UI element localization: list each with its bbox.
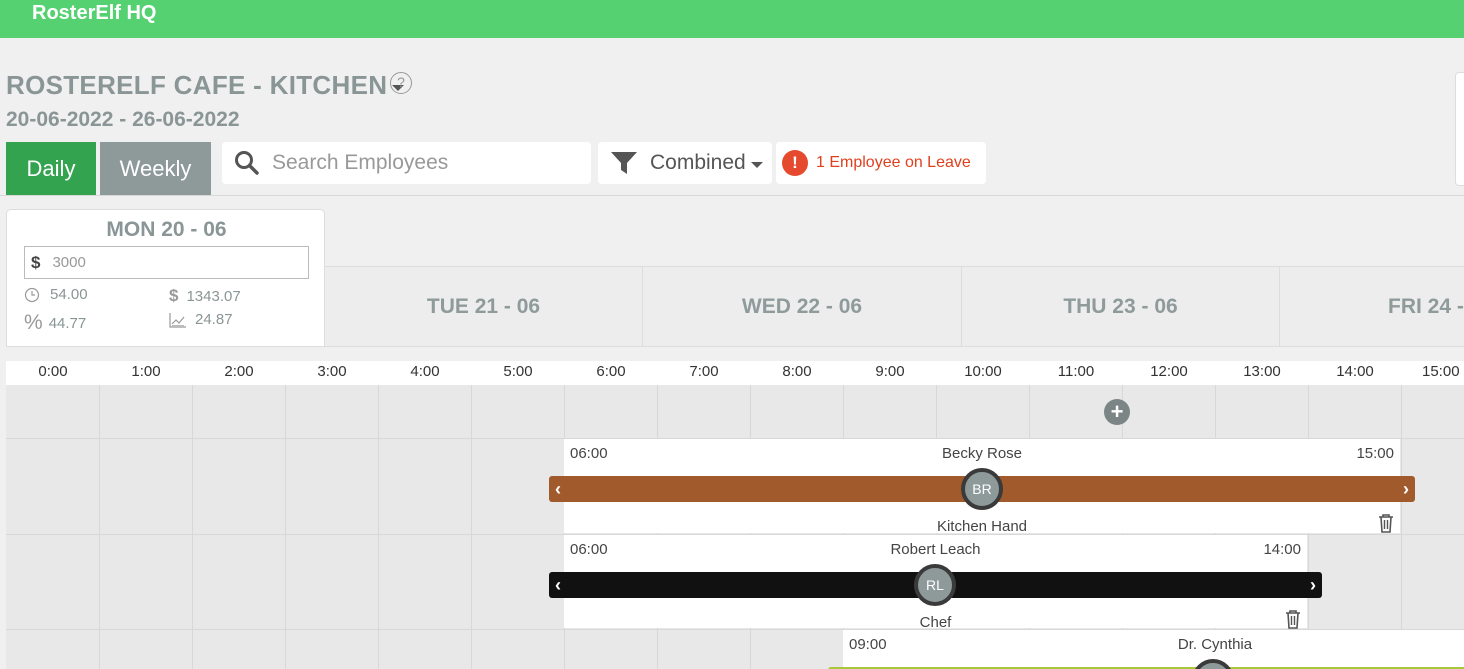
- grid-line: [378, 385, 379, 669]
- chevron-left-icon[interactable]: ‹: [555, 476, 561, 502]
- day-strip: TUE 21 - 06 WED 22 - 06 THU 23 - 06 FRI …: [325, 266, 1464, 347]
- hour-tick: 12:00: [1150, 363, 1188, 380]
- hour-tick: 4:00: [410, 363, 440, 380]
- hour-tick: 2:00: [224, 363, 254, 380]
- avatar: RL: [914, 564, 956, 606]
- shift-bar[interactable]: ‹ RL ›: [549, 564, 1322, 606]
- location-title[interactable]: ROSTERELF CAFE - KITCHEN: [6, 70, 387, 101]
- top-bar: RosterElf HQ: [0, 0, 1464, 38]
- ratio-stat: 24.87: [169, 311, 233, 328]
- percent-stat: % 44.77: [24, 311, 86, 335]
- chart-icon: [169, 312, 186, 328]
- dollar-icon: $: [169, 286, 179, 305]
- hour-tick: 6:00: [596, 363, 626, 380]
- ratio-value: 24.87: [195, 311, 233, 328]
- cost-stat: $ 1343.07: [169, 286, 241, 306]
- hour-tick: 15:00: [1422, 363, 1460, 380]
- shift-card[interactable]: 09:00 Dr. Cynthia: [828, 630, 1464, 669]
- search-input[interactable]: [272, 151, 572, 175]
- grid-line: [471, 385, 472, 669]
- clock-icon: [24, 287, 40, 302]
- leave-label: 1 Employee on Leave: [816, 154, 971, 171]
- avatar: [1192, 659, 1234, 669]
- filter-dropdown[interactable]: Combined: [598, 142, 772, 184]
- chevron-down-icon: [750, 162, 763, 168]
- time-axis: 0:00 1:00 2:00 3:00 4:00 5:00 6:00 7:00 …: [6, 361, 1464, 385]
- hour-tick: 0:00: [38, 363, 68, 380]
- daily-view-button[interactable]: Daily: [6, 142, 96, 195]
- cost-value: 1343.07: [186, 287, 241, 305]
- search-box[interactable]: [222, 142, 591, 184]
- hour-tick: 10:00: [964, 363, 1002, 380]
- filter-icon: [611, 152, 637, 174]
- chevron-right-icon[interactable]: ›: [1403, 476, 1409, 502]
- avatar: BR: [961, 468, 1003, 510]
- hour-tick: 1:00: [131, 363, 161, 380]
- hours-stat: 54.00: [24, 286, 88, 303]
- shift-bar[interactable]: ‹ BR ›: [549, 468, 1415, 510]
- shift-role: Kitchen Hand: [936, 518, 1028, 535]
- percent-icon: %: [24, 311, 43, 334]
- chevron-left-icon[interactable]: ‹: [555, 572, 561, 598]
- budget-input[interactable]: 3000: [52, 254, 85, 271]
- trash-icon[interactable]: [1378, 513, 1394, 533]
- shift-end: 14:00: [1263, 541, 1301, 558]
- hour-tick: 14:00: [1336, 363, 1374, 380]
- hours-value: 54.00: [50, 286, 88, 303]
- employee-name: Becky Rose: [941, 445, 1023, 462]
- filter-label: Combined: [650, 151, 746, 174]
- grid-line: [285, 385, 286, 669]
- percent-value: 44.77: [48, 314, 87, 332]
- hour-tick: 8:00: [782, 363, 812, 380]
- hour-tick: 11:00: [1057, 363, 1095, 380]
- hour-tick: 9:00: [875, 363, 905, 380]
- shift-end: 15:00: [1356, 445, 1394, 462]
- trash-icon[interactable]: [1285, 609, 1301, 629]
- day-title: MON 20 - 06: [106, 218, 227, 241]
- app-title[interactable]: RosterElf HQ: [32, 1, 156, 25]
- hour-tick: 3:00: [317, 363, 347, 380]
- selected-day-card[interactable]: MON 20 - 06 $ 3000 54.00 $ 1343.07 % 44.…: [6, 209, 325, 347]
- hour-tick: 13:00: [1243, 363, 1281, 380]
- day-header[interactable]: THU 23 - 06: [962, 267, 1280, 346]
- weekly-view-button[interactable]: Weekly: [100, 142, 211, 195]
- day-header[interactable]: FRI 24 -: [1280, 267, 1464, 346]
- grid-line: [192, 385, 193, 669]
- location-selector[interactable]: ROSTERELF CAFE - KITCHEN: [6, 70, 405, 101]
- side-panel-edge: [1455, 72, 1464, 186]
- date-range: 20-06-2022 - 26-06-2022: [6, 108, 240, 131]
- help-icon[interactable]: ?: [390, 72, 412, 94]
- grid-line: [99, 385, 100, 669]
- hour-tick: 7:00: [689, 363, 719, 380]
- hour-tick: 5:00: [503, 363, 533, 380]
- dollar-icon: $: [31, 252, 41, 272]
- employee-name: Robert Leach: [890, 541, 981, 558]
- alert-icon: !: [782, 150, 808, 176]
- shift-role: Chef: [919, 614, 952, 631]
- budget-field[interactable]: $ 3000: [24, 246, 309, 279]
- search-icon: [235, 151, 259, 175]
- divider: [0, 195, 1464, 196]
- shift-card[interactable]: 06:00 Becky Rose 15:00 ‹ BR › Kitchen Ha…: [549, 439, 1415, 535]
- grid-line: [1401, 385, 1402, 669]
- employee-name: Dr. Cynthia: [1177, 636, 1253, 653]
- day-header[interactable]: WED 22 - 06: [643, 267, 962, 346]
- chevron-right-icon[interactable]: ›: [1310, 572, 1316, 598]
- employee-leave-notice[interactable]: ! 1 Employee on Leave: [776, 142, 986, 184]
- shift-card[interactable]: 06:00 Robert Leach 14:00 ‹ RL › Chef: [549, 535, 1322, 631]
- day-header[interactable]: TUE 21 - 06: [325, 267, 643, 346]
- add-shift-button[interactable]: +: [1104, 399, 1130, 425]
- schedule-grid[interactable]: + 06:00 Becky Rose 15:00 ‹ BR › Kitchen …: [6, 385, 1464, 669]
